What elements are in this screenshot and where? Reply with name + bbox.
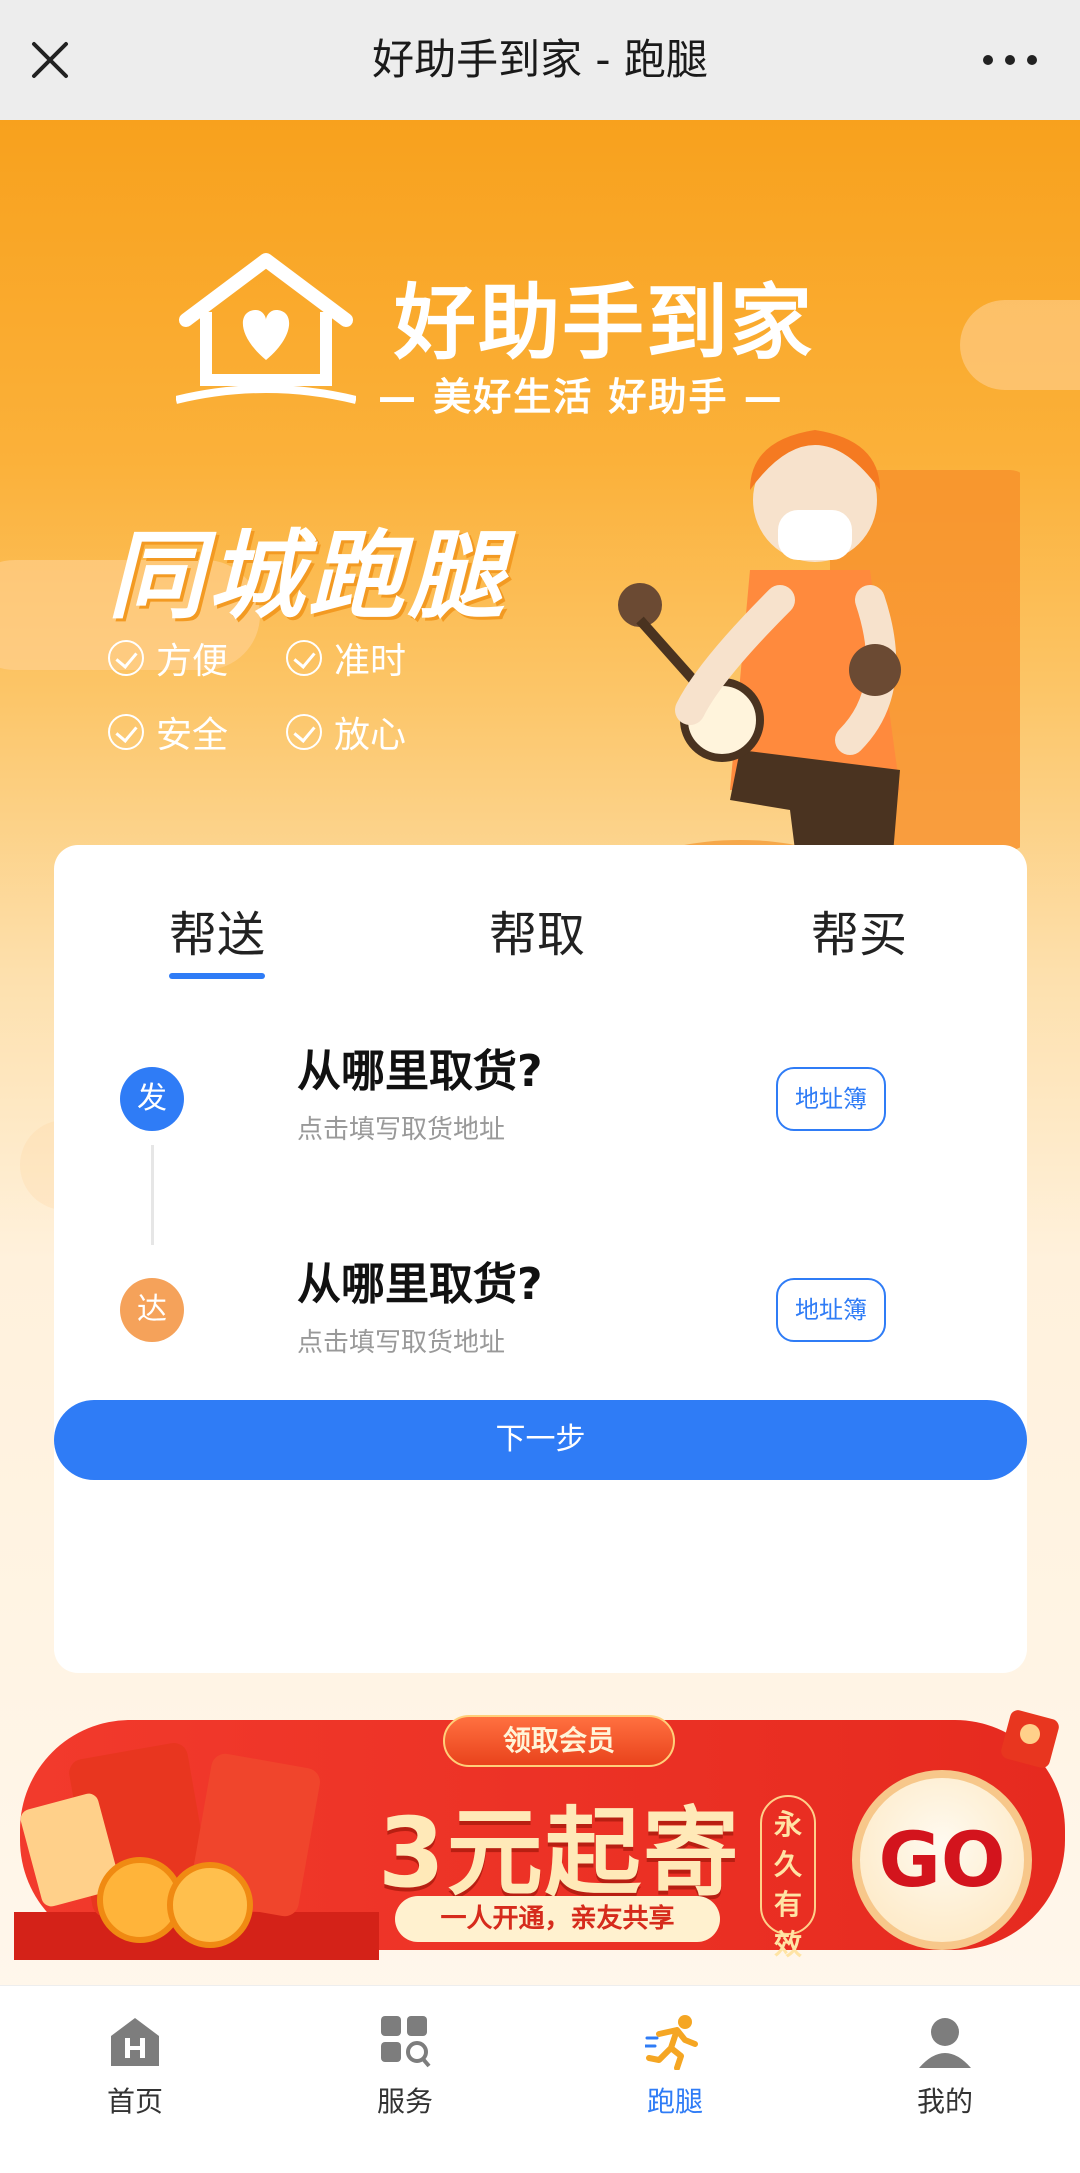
promo-validity-badge: 永久有效 (760, 1795, 816, 1961)
next-step-button[interactable]: 下一步 (54, 1400, 1027, 1480)
feature-item: 准时 (286, 632, 406, 684)
promo-headline: 3元起寄 (378, 1797, 741, 1909)
address-hint: 点击填写取货地址 (297, 1115, 506, 1145)
service-tabs: 帮送 帮取 帮买 (54, 895, 1027, 979)
promo-tag: 领取会员 (443, 1715, 675, 1767)
address-book-button[interactable]: 地址簿 (776, 1278, 886, 1342)
tab-pickup[interactable]: 帮取 (489, 895, 585, 965)
nav-item-errand[interactable]: 跑腿 (595, 2014, 755, 2120)
sender-address-row[interactable]: 发 从哪里取货? 点击填写取货地址 地址簿 (54, 1035, 1027, 1165)
home-icon (111, 2018, 159, 2066)
check-circle-icon (286, 714, 322, 750)
nav-item-services[interactable]: 服务 (325, 2014, 485, 2120)
send-badge: 发 (120, 1067, 184, 1131)
address-question: 从哪里取货? (297, 1046, 543, 1097)
user-icon (919, 2018, 971, 2068)
feature-item: 安全 (108, 706, 228, 758)
title-bar: 好助手到家 - 跑腿 (0, 0, 1080, 120)
tab-buy[interactable]: 帮买 (811, 895, 907, 965)
runner-icon (643, 2015, 698, 2071)
bottom-nav: 首页 服务 跑腿 我的 (0, 1985, 1080, 2173)
check-circle-icon (108, 714, 144, 750)
check-circle-icon (108, 640, 144, 676)
tab-send[interactable]: 帮送 (169, 895, 266, 979)
red-envelope-coins-illustration (20, 1743, 320, 1948)
hero-title: 同城跑腿 (108, 520, 508, 632)
go-button[interactable]: GO (852, 1770, 1032, 1950)
order-card: 帮送 帮取 帮买 发 从哪里取货? 点击填写取货地址 地址簿 达 从哪里取货? … (54, 845, 1027, 1673)
address-book-button[interactable]: 地址簿 (776, 1067, 886, 1131)
feature-item: 放心 (286, 706, 406, 758)
red-envelope-icon (1001, 1710, 1059, 1768)
more-icon[interactable] (980, 46, 1040, 74)
house-logo-icon (176, 253, 356, 404)
brand-name: 好助手到家 (394, 276, 815, 371)
arrive-badge: 达 (120, 1278, 184, 1342)
promo-subtitle: 一人开通，亲友共享 (395, 1896, 720, 1942)
page-title: 好助手到家 - 跑腿 (372, 35, 708, 84)
address-hint: 点击填写取货地址 (297, 1328, 506, 1358)
nav-item-home[interactable]: 首页 (55, 2014, 215, 2120)
membership-promo-banner[interactable]: 领取会员 3元起寄 一人开通，亲友共享 永久有效 GO (0, 1700, 1080, 1980)
feature-item: 方便 (108, 632, 228, 684)
route-connector (151, 1145, 154, 1245)
grid-search-icon (381, 2016, 431, 2068)
address-question: 从哪里取货? (297, 1259, 543, 1310)
receiver-address-row[interactable]: 达 从哪里取货? 点击填写取货地址 地址簿 (54, 1248, 1027, 1378)
check-circle-icon (286, 640, 322, 676)
nav-item-mine[interactable]: 我的 (865, 2014, 1025, 2120)
